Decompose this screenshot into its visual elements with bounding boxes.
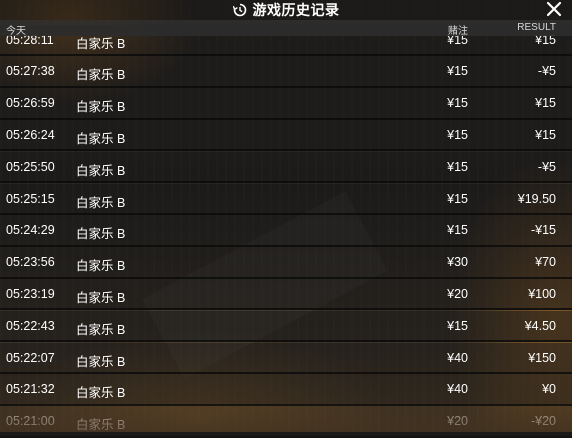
table-row[interactable]: 05:27:38 白家乐 B ¥15 -¥5 <box>0 56 572 88</box>
table-row[interactable]: 05:25:50 白家乐 B ¥15 -¥5 <box>0 151 572 184</box>
header-date: 今天 <box>6 26 26 37</box>
row-game: 白家乐 B <box>76 259 126 274</box>
row-bet: ¥40 <box>447 350 468 365</box>
row-bet: ¥40 <box>447 382 468 397</box>
row-bet: ¥15 <box>447 127 468 142</box>
row-result: -¥15 <box>530 223 556 238</box>
close-button[interactable] <box>544 0 564 19</box>
row-time: 05:25:15 <box>6 191 55 206</box>
row-result: ¥4.50 <box>524 318 556 333</box>
row-bet: ¥15 <box>447 159 468 174</box>
row-time: 05:21:00 <box>6 414 55 429</box>
row-bet: ¥15 <box>447 191 468 206</box>
row-bet: ¥15 <box>447 318 468 333</box>
history-icon <box>232 3 247 17</box>
row-result: ¥100 <box>528 286 556 301</box>
row-bet: ¥20 <box>447 414 468 429</box>
table-row[interactable]: 05:21:32 白家乐 B ¥40 ¥0 <box>0 374 572 406</box>
row-bet: ¥15 <box>447 223 468 238</box>
row-game: 白家乐 B <box>76 195 126 210</box>
row-result: ¥19.50 <box>517 191 556 206</box>
close-icon <box>546 1 562 17</box>
row-bet: ¥15 <box>447 96 468 111</box>
table-row[interactable]: 05:23:56 白家乐 B ¥30 ¥70 <box>0 247 572 279</box>
row-game: 白家乐 B <box>76 163 126 178</box>
row-result: -¥5 <box>537 64 556 79</box>
row-result: ¥150 <box>528 350 556 365</box>
row-time: 05:26:24 <box>6 127 55 142</box>
table-row[interactable]: 05:26:24 白家乐 B ¥15 ¥15 <box>0 119 572 152</box>
row-game: 白家乐 B <box>76 418 126 433</box>
header-bet: 赌注 <box>448 26 468 37</box>
table-row[interactable]: 05:23:19 白家乐 B ¥20 ¥100 <box>0 278 572 311</box>
row-game: 白家乐 B <box>76 131 126 146</box>
row-time: 05:27:38 <box>6 64 55 79</box>
table-row[interactable]: 05:21:00 白家乐 B ¥20 -¥20 <box>0 406 572 438</box>
row-game: 白家乐 B <box>76 290 126 305</box>
window-title: 游戏历史记录 <box>252 2 340 18</box>
table-row[interactable]: 05:24:29 白家乐 B ¥15 -¥15 <box>0 215 572 247</box>
row-game: 白家乐 B <box>76 354 126 369</box>
row-game: 白家乐 B <box>76 386 126 401</box>
row-time: 05:22:07 <box>6 350 55 365</box>
row-game: 白家乐 B <box>76 68 126 83</box>
table-row[interactable]: 05:26:59 白家乐 B ¥15 ¥15 <box>0 88 572 120</box>
header-result: RESULT <box>517 22 556 33</box>
row-result: ¥0 <box>542 382 556 397</box>
table-row[interactable]: 05:25:15 白家乐 B ¥15 ¥19.50 <box>0 183 572 216</box>
row-time: 05:22:43 <box>6 318 55 333</box>
title-group: 游戏历史记录 <box>232 0 340 20</box>
table-header: 今天 赌注 RESULT <box>0 20 572 37</box>
row-result: -¥20 <box>530 414 556 429</box>
row-bet: ¥20 <box>447 286 468 301</box>
row-game: 白家乐 B <box>76 227 126 242</box>
row-time: 05:23:56 <box>6 255 55 270</box>
row-result: ¥15 <box>535 96 556 111</box>
row-result: ¥70 <box>535 255 556 270</box>
row-time: 05:23:19 <box>6 286 55 301</box>
row-result: ¥15 <box>535 127 556 142</box>
row-time: 05:21:32 <box>6 382 55 397</box>
row-time: 05:24:29 <box>6 223 55 238</box>
history-list[interactable]: 05:28:11 白家乐 B ¥15 ¥15 05:27:38 白家乐 B ¥15 -¥5 05… <box>0 0 572 438</box>
table-row[interactable]: 05:22:07 白家乐 B ¥40 ¥150 <box>0 342 572 375</box>
row-game: 白家乐 B <box>76 322 126 337</box>
row-game: 白家乐 B <box>76 100 126 115</box>
table-row[interactable]: 05:22:43 白家乐 B ¥15 ¥4.50 <box>0 310 572 343</box>
row-result: -¥5 <box>537 159 556 174</box>
row-bet: ¥30 <box>447 255 468 270</box>
row-time: 05:26:59 <box>6 96 55 111</box>
row-time: 05:25:50 <box>6 159 55 174</box>
row-bet: ¥15 <box>447 64 468 79</box>
title-bar: 游戏历史记录 <box>0 0 572 20</box>
